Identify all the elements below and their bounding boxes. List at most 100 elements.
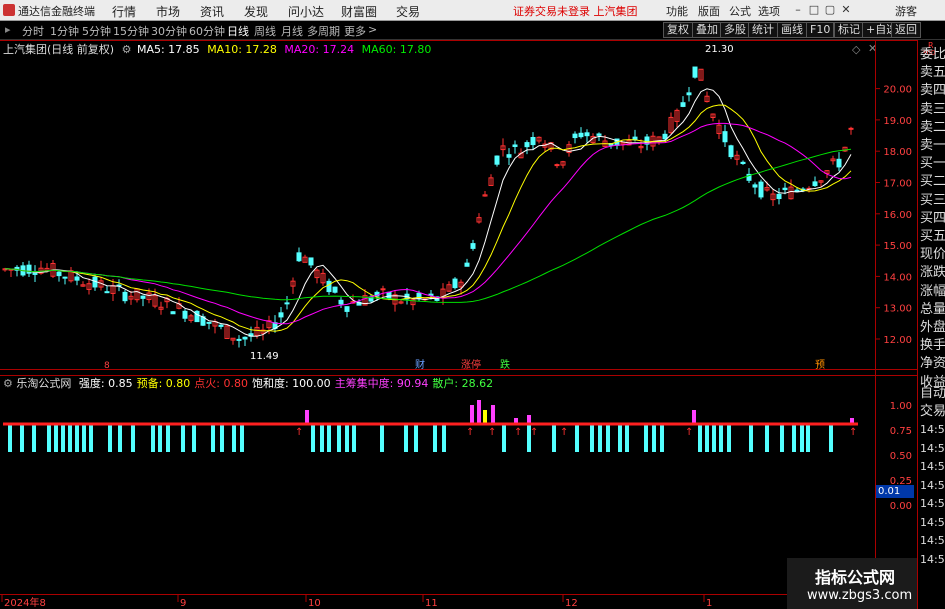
menu-item-jiaoyi[interactable]: 交易 [396,3,420,20]
mode-label[interactable]: 交易 [920,403,945,421]
quote-panel: R 300 委比 卖五 卖四 卖三 卖二 卖一 买一 买二 买三 买四 买五 现价 涨跌 涨幅 总量 外盘 换手… [917,40,945,609]
tab-period-daily[interactable]: 日线 [227,23,249,39]
close-icon[interactable]: ✕ [838,2,854,18]
maximize-icon[interactable]: ▢ [822,2,838,18]
multi-stock-button[interactable]: 多股 [720,22,750,38]
quote-label[interactable]: 卖一 [920,137,945,155]
quote-label[interactable]: 现价 [920,246,945,264]
f10-button[interactable]: F10 [806,22,835,38]
menu-item-zixun[interactable]: 资讯 [200,3,224,20]
tab-period-fenshi[interactable]: 分时 [22,23,44,39]
menu-item-gongneng[interactable]: 功能 [666,3,688,19]
candle [524,142,530,148]
indicator-bar [606,424,610,452]
quote-label[interactable]: 买二 [920,173,945,191]
quote-label[interactable]: 总量 [920,301,945,319]
menu-item-faxian[interactable]: 发现 [244,3,268,20]
guest-label[interactable]: 游客 [895,3,917,19]
menu-bar: 通达信金融终端 行情 市场 资讯 发现 问小达 财富圈 交易 证券交易未登录 上… [0,0,945,21]
fuquan-button[interactable]: 复权 [663,22,693,38]
minimize-icon[interactable]: – [790,2,806,18]
indicator-bar [20,424,24,452]
period-bar: ▸ 分时 1分钟 5分钟 15分钟 30分钟 60分钟 日线 周线 月线 多周期… [0,21,945,40]
quote-label[interactable]: 买五 [920,228,945,246]
candle [74,276,80,281]
indicator-bar [311,424,315,452]
quote-label[interactable]: 卖五 [920,64,945,82]
candle [140,295,146,299]
ma20-line [4,122,852,325]
indicator-tick-label: 1.00 [890,401,912,412]
chevron-right-icon[interactable]: > [368,23,377,36]
restore-icon[interactable]: □ [806,2,822,18]
quote-label[interactable]: 卖三 [920,101,945,119]
buy-arrow-icon: ↑ [685,427,693,438]
indicator-bar [749,424,753,452]
tab-period-monthly[interactable]: 月线 [281,23,303,39]
xaxis-label: 11 [425,598,438,609]
menu-item-hangqing[interactable]: 行情 [112,3,136,20]
quote-label[interactable]: 卖四 [920,82,945,100]
candle [740,161,746,165]
quote-label[interactable]: 换手 [920,337,945,355]
tab-period-more[interactable]: 更多 [344,23,366,39]
quote-label[interactable]: 净资 [920,355,945,373]
indicator-warn-bar [483,410,487,424]
indicator-bar [380,424,384,452]
indicator-bar [575,424,579,452]
candle [170,311,176,315]
indicator-bar [8,424,12,452]
menu-item-gongshi[interactable]: 公式 [729,3,751,19]
quote-label[interactable]: 委比 [920,46,945,64]
candle [848,127,854,130]
indicator-up-bar [470,405,474,424]
quote-label[interactable]: 买四 [920,210,945,228]
indicator-bar [712,424,716,452]
mode-label[interactable]: 自动 [920,385,945,403]
indicator-chart[interactable]: 1.000.750.500.250.00↑ ↑ ↑ ↑ ↑ ↑ ↑ ↑ [0,370,917,595]
quote-label[interactable]: 涨幅 [920,283,945,301]
back-button[interactable]: 返回 [891,22,921,38]
quote-label[interactable]: 买三 [920,192,945,210]
tab-period-60min[interactable]: 60分钟 [189,23,225,39]
indicator-bar [131,424,135,452]
kline-chart[interactable]: 20.00 19.00 18.00 17.00 16.00 15.00 14.00 13.00… [0,40,917,370]
quote-label[interactable]: 外盘 [920,319,945,337]
candle [62,276,68,279]
overlay-button[interactable]: 叠加 [692,22,722,38]
quote-label[interactable]: 涨跌 [920,264,945,282]
tab-period-multi[interactable]: 多周期 [307,23,340,39]
menu-item-wenxiaoda[interactable]: 问小达 [288,3,324,20]
indicator-up-bar [305,410,309,424]
candle [470,243,476,249]
indicator-bar [618,424,622,452]
menu-item-shichang[interactable]: 市场 [156,3,180,20]
statistics-button[interactable]: 统计 [748,22,778,38]
menu-item-xuanxiang[interactable]: 选项 [758,3,780,19]
expand-icon[interactable]: ▸ [5,23,11,36]
menu-item-banmian[interactable]: 版面 [698,3,720,19]
quote-label[interactable]: 买一 [920,155,945,173]
menu-item-caifuquan[interactable]: 财富圈 [341,3,377,20]
candle [380,288,386,291]
tab-period-30min[interactable]: 30分钟 [151,23,187,39]
watermark-logo: 指标公式网 www.zbgs3.com [787,558,917,609]
y-tick-label: 14.00 [883,272,912,283]
candle [506,154,512,158]
tab-period-weekly[interactable]: 周线 [254,23,276,39]
tab-period-15min[interactable]: 15分钟 [113,23,149,39]
indicator-bar [414,424,418,452]
indicator-bar [61,424,65,452]
candle [692,66,698,78]
mark-button[interactable]: 标记 [834,22,864,38]
indicator-bar [598,424,602,452]
tab-period-5min[interactable]: 5分钟 [82,23,111,39]
candle [278,312,284,318]
quote-label[interactable]: 卖二 [920,119,945,137]
candle [332,286,338,293]
event-marker: 跌 [500,358,510,370]
draw-line-button[interactable]: 画线 [777,22,807,38]
tab-period-1min[interactable]: 1分钟 [50,23,79,39]
login-warning[interactable]: 证券交易未登录 上汽集团 [513,3,638,19]
indicator-bar [108,424,112,452]
